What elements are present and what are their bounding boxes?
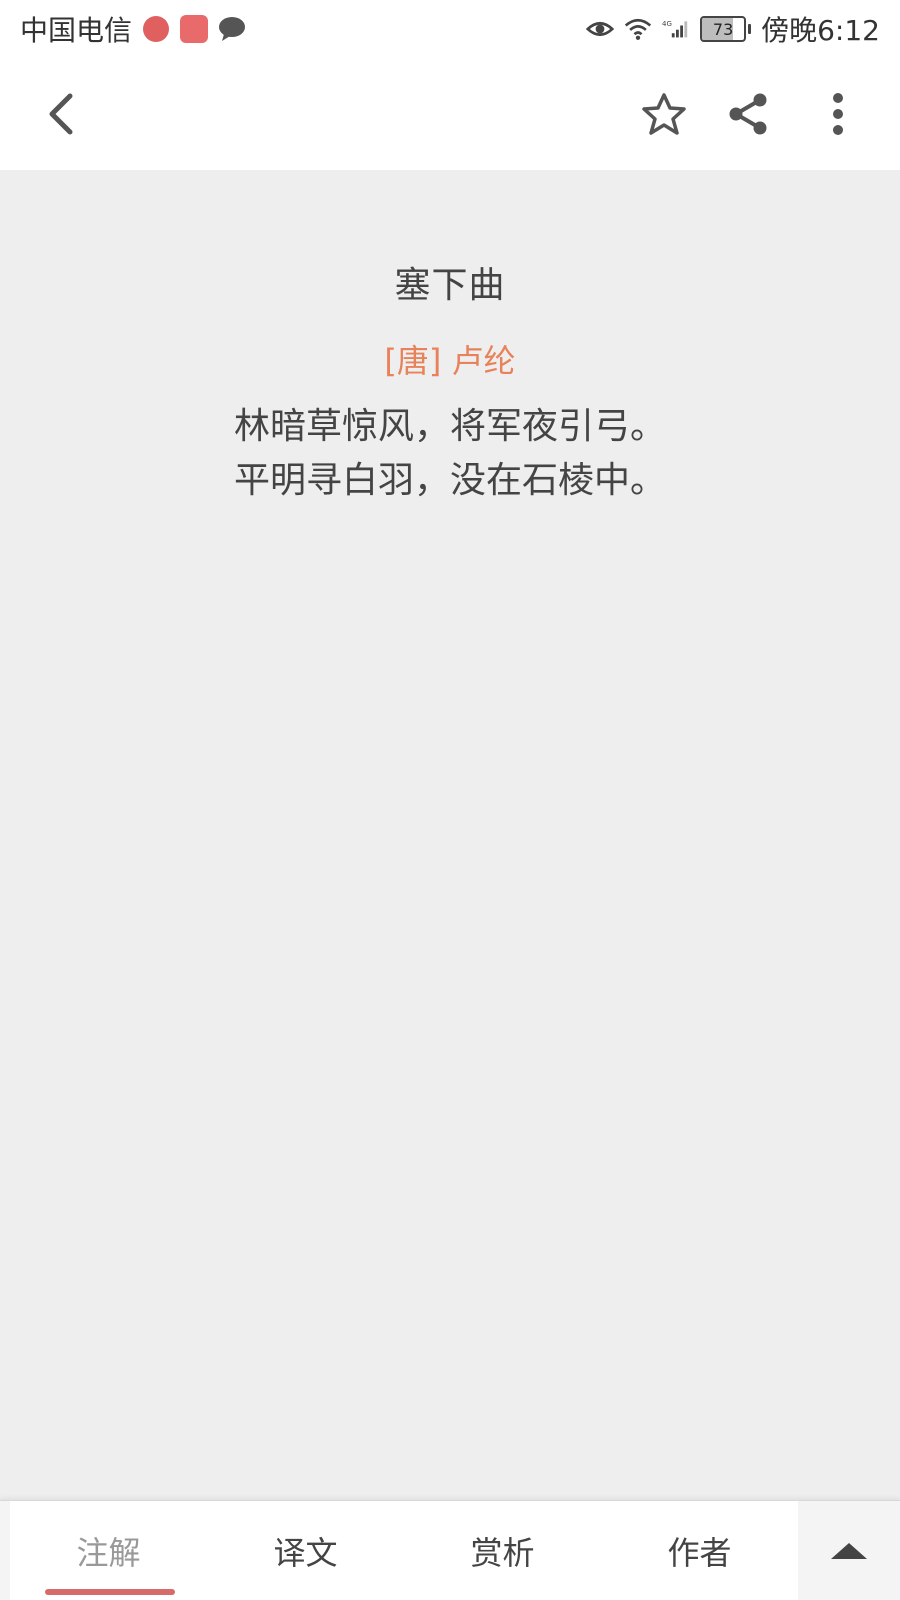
star-icon [642, 93, 686, 135]
wifi-icon [624, 15, 652, 43]
tab-label: 注解 [76, 1534, 141, 1572]
more-options-button[interactable] [804, 80, 872, 148]
expand-panel-button[interactable] [798, 1501, 900, 1600]
app-toolbar [0, 58, 900, 170]
bottom-tab-bar: 注解 译文 赏析 作者 [0, 1500, 900, 1600]
status-bar: 中国电信 4G 73 傍晚6:12 [0, 0, 900, 58]
tab-label: 赏析 [470, 1534, 535, 1572]
poem-line: 林暗草惊风，将军夜引弓。 [233, 406, 666, 447]
tab-label: 作者 [667, 1534, 732, 1572]
share-button[interactable] [714, 80, 782, 148]
poem-body: 林暗草惊风，将军夜引弓。 平明寻白羽，没在石棱中。 [0, 400, 900, 508]
share-icon [729, 93, 767, 135]
status-right: 4G 73 傍晚6:12 [586, 9, 880, 49]
battery-level: 73 [712, 19, 734, 39]
carrier-label: 中国电信 [20, 14, 133, 47]
tab-appreciation[interactable]: 赏析 [404, 1501, 601, 1600]
poetry-app-notification-icon [142, 15, 170, 43]
status-left: 中国电信 [20, 9, 246, 49]
poem-content: 塞下曲 [唐] 卢纶 林暗草惊风，将军夜引弓。 平明寻白羽，没在石棱中。 [0, 170, 900, 1500]
caret-up-icon [831, 1543, 867, 1559]
back-button[interactable] [28, 80, 96, 148]
eye-comfort-icon [586, 15, 615, 43]
tab-author[interactable]: 作者 [601, 1501, 798, 1600]
store-notification-icon [180, 15, 209, 43]
signal-4g-icon: 4G [662, 15, 690, 43]
more-icon [833, 93, 843, 135]
message-notification-icon [218, 15, 246, 43]
svg-text:4G: 4G [662, 20, 672, 28]
poem-title: 塞下曲 [394, 265, 506, 306]
screen: 中国电信 4G 73 傍晚6:12 塞下曲 [唐] 卢纶 林暗草惊风，将军夜引弓… [0, 0, 900, 1600]
poem-author[interactable]: [唐] 卢纶 [0, 336, 900, 382]
tab-annotation[interactable]: 注解 [10, 1501, 207, 1600]
active-tab-indicator [45, 1589, 175, 1595]
back-icon [49, 93, 73, 135]
tab-translation[interactable]: 译文 [207, 1501, 404, 1600]
tab-label: 译文 [273, 1534, 338, 1572]
status-time: 傍晚6:12 [761, 14, 880, 47]
battery-icon: 73 [700, 16, 752, 42]
favorite-button[interactable] [630, 80, 698, 148]
tab-strip: 注解 译文 赏析 作者 [10, 1501, 798, 1600]
poem-line: 平明寻白羽，没在石棱中。 [233, 460, 666, 501]
